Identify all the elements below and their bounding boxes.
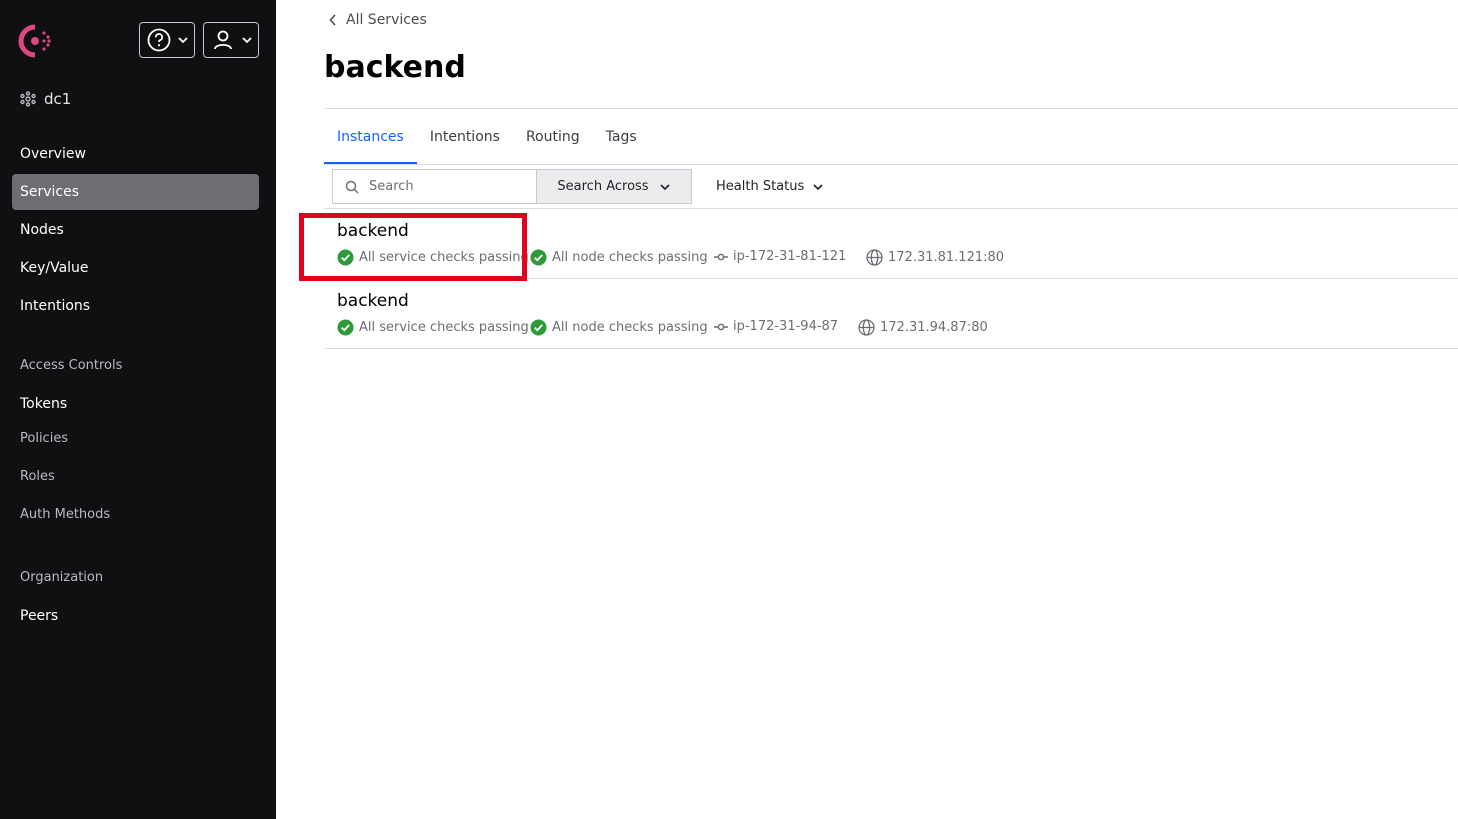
nav-intentions[interactable]: Intentions [12, 288, 259, 324]
main-content: All Services backend Instances Intention… [276, 0, 1458, 819]
tab-bar: Instances Intentions Routing Tags [324, 110, 650, 165]
breadcrumb-all-services[interactable]: All Services [328, 12, 427, 28]
breadcrumb-label: All Services [346, 12, 427, 28]
list-item[interactable]: backend All service checks passing All n… [324, 279, 1458, 349]
datacenter-selector[interactable]: dc1 [20, 90, 71, 108]
datacenter-name: dc1 [44, 90, 72, 108]
nav-tokens[interactable]: Tokens [12, 386, 259, 422]
service-checks-status: All service checks passing [337, 249, 529, 266]
search-placeholder: Search [369, 179, 414, 194]
nav-peers[interactable]: Peers [12, 598, 259, 634]
node-checks-status: All node checks passing [530, 249, 708, 266]
nav-roles[interactable]: Roles [12, 458, 259, 494]
help-menu-button[interactable] [139, 22, 195, 58]
service-checks-status: All service checks passing [337, 319, 529, 336]
search-icon [345, 180, 359, 194]
node-checks-status: All node checks passing [530, 319, 708, 336]
search-input[interactable]: Search [332, 169, 537, 204]
nav-overview[interactable]: Overview [12, 136, 259, 172]
tab-tags[interactable]: Tags [593, 110, 650, 164]
user-icon [214, 30, 232, 50]
nav-services[interactable]: Services [12, 174, 259, 210]
node-icon [714, 253, 728, 260]
instance-name[interactable]: backend [337, 291, 409, 311]
check-circle-icon [530, 319, 547, 336]
chevron-down-icon [178, 37, 188, 44]
chevron-down-icon [242, 37, 252, 44]
divider [324, 348, 1458, 349]
divider [324, 164, 1458, 165]
address: 172.31.94.87:80 [858, 319, 988, 336]
sidebar: dc1 Overview Services Nodes Key/Value In… [0, 0, 276, 819]
datacenter-icon [20, 91, 36, 107]
consul-logo[interactable] [18, 24, 54, 58]
check-circle-icon [337, 319, 354, 336]
check-circle-icon [530, 249, 547, 266]
organization-heading: Organization [20, 570, 104, 585]
health-status-dropdown[interactable]: Health Status [716, 169, 824, 204]
health-status-label: Health Status [716, 179, 805, 194]
globe-icon [858, 319, 875, 336]
search-across-dropdown[interactable]: Search Across [536, 169, 692, 204]
chevron-left-icon [329, 14, 336, 26]
globe-icon [866, 249, 883, 266]
address: 172.31.81.121:80 [866, 249, 1004, 266]
search-across-label: Search Across [557, 179, 649, 194]
user-menu-button[interactable] [203, 22, 259, 58]
check-circle-icon [337, 249, 354, 266]
help-icon [147, 28, 171, 52]
tab-instances[interactable]: Instances [324, 110, 417, 165]
nav-auth-methods[interactable]: Auth Methods [12, 496, 259, 532]
divider [324, 108, 1458, 109]
nav-nodes[interactable]: Nodes [12, 212, 259, 248]
list-item[interactable]: backend All service checks passing All n… [324, 209, 1458, 279]
access-controls-heading: Access Controls [20, 358, 123, 373]
chevron-down-icon [813, 183, 823, 190]
node-link[interactable]: ip-172-31-81-121 [714, 249, 846, 264]
nav-key-value[interactable]: Key/Value [12, 250, 259, 286]
tab-routing[interactable]: Routing [513, 110, 593, 164]
tab-intentions[interactable]: Intentions [417, 110, 513, 164]
chevron-down-icon [660, 183, 670, 190]
page-title: backend [324, 50, 466, 85]
instance-name[interactable]: backend [337, 221, 409, 241]
nav-policies[interactable]: Policies [12, 420, 259, 456]
node-link[interactable]: ip-172-31-94-87 [714, 319, 838, 334]
node-icon [714, 323, 728, 330]
